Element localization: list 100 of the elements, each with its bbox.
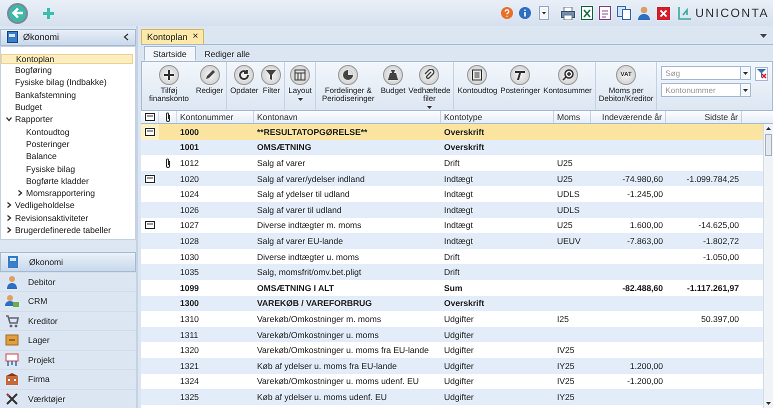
table-cell: IV25 (557, 345, 574, 356)
dropdown-button[interactable] (741, 83, 752, 97)
table-row[interactable]: 1320 Varekøb/Omkostninger u. moms fra EU-lande Udgifter IV25 (141, 342, 763, 358)
scroll-down-icon[interactable] (766, 402, 771, 405)
scrollbar[interactable] (763, 124, 773, 408)
dropdown-icon[interactable] (539, 6, 550, 20)
table-cell: 1324 (180, 376, 199, 386)
tree-item[interactable]: Balance (1, 150, 135, 162)
zoom-icon (558, 65, 578, 85)
table-cell: Salg, momsfrit/omv.bet.pligt (257, 267, 362, 278)
table-cell: Udgifter (444, 392, 474, 402)
table-cell: 1027 (180, 220, 199, 230)
ribbon-tab[interactable]: Rediger alle (196, 46, 259, 61)
table-cell: Drift (444, 252, 460, 262)
document-icon[interactable] (599, 6, 612, 20)
tree-item[interactable]: Revisionsaktiviteter (1, 212, 135, 224)
refresh-icon (234, 65, 254, 85)
table-row[interactable]: 1001 OMSÆTNING Overskrift (141, 140, 763, 156)
module-item[interactable]: Kreditor (0, 310, 136, 330)
table-row[interactable]: 1300 VAREKØB / VAREFORBRUG Overskrift (141, 296, 763, 312)
module-item[interactable]: Debitor (0, 272, 136, 291)
table-cell: **RESULTATOPGØRELSE** (257, 126, 368, 137)
tree-item[interactable]: Kontoudtog (1, 125, 135, 138)
table-cell: Sum (444, 282, 462, 293)
table-row[interactable]: 1024 Salg af ydelser til udland Indtægt UDLS -1.245,00 (141, 186, 763, 202)
tree-item[interactable]: Rapporter (1, 113, 135, 126)
table-cell: Varekøb/Omkostninger u. moms fra EU-lande (257, 345, 429, 356)
table-row[interactable]: 1026 Salg af varer til udland Indtægt UDLS (141, 202, 763, 218)
table-cell: -1.117.261,97 (687, 282, 739, 293)
tab-menu-icon[interactable] (760, 34, 767, 38)
tree-item[interactable]: Bogførte kladder (1, 174, 135, 187)
dropdown-button[interactable] (741, 66, 752, 80)
table-cell: -14.625,00 (698, 220, 739, 230)
paperclip-icon (164, 112, 170, 122)
module-item[interactable]: Værktøjer (0, 388, 136, 408)
printer-icon[interactable] (561, 6, 576, 20)
back-button[interactable] (7, 2, 28, 24)
table-row[interactable]: 1099 OMSÆTNING I ALT Sum -82.488,60 -1.117.261,97 (141, 280, 763, 296)
tree-item[interactable]: Vedligeholdelse (1, 199, 135, 212)
search-field[interactable]: Kontonummer (661, 83, 742, 97)
table-row[interactable]: 1012 Salg af varer Drift U25 (141, 155, 763, 171)
ribbon-tab[interactable]: Startside (144, 46, 196, 61)
tree-item[interactable]: Kontoplan (1, 54, 133, 64)
module-item[interactable]: Projekt (0, 350, 136, 369)
column-header[interactable]: Kontonavn (254, 111, 441, 123)
table-row[interactable]: 1027 Diverse indtægter m. moms Indtægt U25 1.600,00 -14.625,00 (141, 218, 763, 234)
table-row[interactable]: 1311 Varekøb/Omkostninger u. moms Udgifter (141, 326, 763, 342)
table-row[interactable]: 1028 Salg af varer EU-lande Indtægt UEUV -7.863,00 -1.802,72 (141, 233, 763, 249)
table-cell: Udgifter (444, 360, 474, 371)
search-field[interactable]: Søg (661, 66, 742, 80)
pencil-icon (200, 65, 220, 85)
table-row[interactable]: 1030 Diverse indtægter u. moms Drift -1.050,00 (141, 248, 763, 264)
tree-item[interactable]: Bogføring (1, 64, 135, 76)
tab-close-button[interactable]: × (192, 32, 200, 42)
help-icon[interactable] (501, 7, 514, 19)
tree-item[interactable]: Posteringer (1, 138, 135, 150)
column-header[interactable]: Kontonummer (177, 111, 254, 123)
tree-item[interactable]: Fysiske bilag (1, 162, 135, 175)
collapse-icon[interactable] (123, 33, 129, 42)
caret-icon (743, 88, 748, 92)
table-row[interactable]: 1321 Køb af ydelser u. moms fra EU-lande Udgifter IY25 1.200,00 (141, 358, 763, 374)
module-item[interactable]: Lager (0, 330, 136, 350)
document-tab[interactable]: Kontoplan × (141, 29, 204, 44)
column-header[interactable]: Moms (554, 111, 591, 123)
close-icon[interactable] (657, 6, 670, 20)
spreadsheet-icon[interactable] (581, 6, 594, 20)
info-icon[interactable] (519, 7, 532, 19)
clear-filter-button[interactable] (755, 67, 768, 81)
tree-item[interactable]: Fysiske bilag (Indbakke) (1, 76, 135, 89)
table-cell: Salg af varer EU-lande (257, 236, 343, 246)
tree-item[interactable]: Bankafstemning (1, 88, 135, 101)
table-row[interactable]: 1325 Køb af ydelser u. moms udenf. EU Udgifter IY25 (141, 389, 763, 405)
module-item[interactable]: Firma (0, 369, 136, 388)
table-row[interactable]: 1000 **RESULTATOPGØRELSE** Overskrift (141, 124, 763, 140)
column-header[interactable]: Sidste år (666, 111, 742, 123)
table-cell: Overskrift (444, 142, 484, 152)
column-header[interactable]: Indeværende år (591, 111, 666, 123)
scrollbar-thumb[interactable] (765, 134, 772, 156)
brand-name: UNICONTA (695, 6, 769, 20)
table-row[interactable]: 1310 Varekøb/Omkostninger m. moms Udgifter I25 50.397,00 (141, 311, 763, 327)
table-cell: U25 (557, 220, 573, 230)
tree-item[interactable]: Brugerdefinerede tabeller (1, 224, 135, 236)
module-item[interactable]: Økonomi (0, 252, 136, 272)
table-row[interactable]: 1035 Salg, momsfrit/omv.bet.pligt Drift (141, 264, 763, 280)
tree-item[interactable]: Budget (1, 100, 135, 114)
table-cell: Indtægt (444, 174, 473, 184)
scroll-up-icon[interactable] (766, 127, 771, 130)
user-icon[interactable] (637, 6, 652, 20)
table-cell: I25 (557, 314, 569, 324)
table-cell: 1300 (180, 298, 199, 308)
table-row[interactable]: 1324 Varekøb/Omkostninger u. moms udenf. EU Udgifter IV25 -1.200,00 (141, 374, 763, 390)
module-item[interactable]: CRM (0, 291, 136, 310)
copy-icon[interactable] (617, 6, 632, 20)
person-icon (5, 274, 19, 289)
expander-icon[interactable] (6, 116, 12, 122)
table-cell: 1325 (180, 392, 199, 402)
tree-item[interactable]: Momsrapportering (1, 186, 135, 200)
table-row[interactable]: 1020 Salg af varer/ydelser indland Indtægt U25 -74.980,60 -1.099.784,25 (141, 170, 763, 186)
column-header[interactable]: Kontotype (441, 111, 554, 123)
table-cell: -1.099.784,25 (686, 174, 739, 184)
